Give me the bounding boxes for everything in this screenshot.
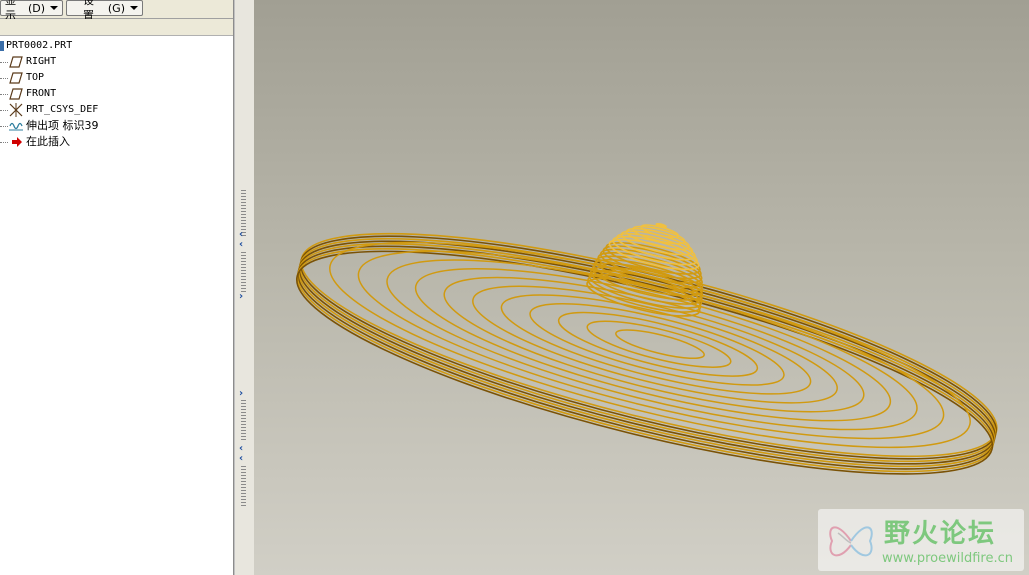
chevron-down-icon [130,6,138,10]
model-tree: PRT0002.PRT RIGHT TOP FRONT PRT_CSYS_DEF… [0,38,233,150]
butterfly-logo-icon [829,526,873,557]
splitter-grip[interactable] [241,466,246,506]
part-icon [0,41,4,51]
tree-item-right[interactable]: RIGHT [0,54,233,70]
disk-ring [615,329,705,360]
tree-connector [0,62,8,63]
tree-item-label: RIGHT [26,56,57,67]
expand-right-icon[interactable]: › [239,292,249,302]
watermark-brand: 野火论坛 [884,519,997,549]
model-group [295,222,998,475]
collapse-left-icon[interactable]: ‹ [239,240,249,250]
watermark: 野火论坛 www.proewildfire.cn [818,509,1024,571]
tree-item-label: 在此插入 [26,135,70,148]
splitter-grip[interactable] [241,400,246,442]
protrusion-icon [9,122,23,131]
collapse-left-icon[interactable]: ‹ [239,454,249,464]
tree-connector [0,94,8,95]
datum-plane-icon [9,72,23,84]
datum-plane-icon [9,56,23,68]
tree-item-front[interactable]: FRONT [0,86,233,102]
tree-item-label: 伸出项 标识39 [26,119,99,132]
graphics-viewport[interactable] [254,0,1029,575]
csys-icon [9,103,23,117]
display-menu-accel: (D) [27,1,45,15]
watermark-url: www.proewildfire.cn [882,551,1013,566]
wireframe-model [295,222,998,475]
tree-item-label: PRT_CSYS_DEF [26,104,99,115]
tree-connector [0,78,8,79]
datum-plane-icon [9,88,23,100]
tree-item-protrusion[interactable]: 伸出项 标识39 [0,118,233,134]
settings-menu-button[interactable]: 设置 (G) [66,0,143,22]
navigator-menu-bar: 显示 (D) 设置 (G) [0,0,233,22]
display-menu-button[interactable]: 显示 (D) [0,0,63,22]
tree-item-csys[interactable]: PRT_CSYS_DEF [0,102,233,118]
tree-connector [0,126,8,127]
panel-splitter[interactable]: ‹ ‹ › › ‹ ‹ [234,0,254,575]
tree-connector [0,110,8,111]
splitter-grip[interactable] [241,252,246,294]
settings-menu-accel: (G) [107,1,125,15]
tree-item-label: PRT0002.PRT [6,40,73,51]
chevron-down-icon [50,6,58,10]
model-tree-panel: 显示 (D) 设置 (G) PRT0002.PRT RIGHT TOP FRON… [0,0,234,575]
tree-item-label: FRONT [26,88,57,99]
tree-column-header [0,19,233,36]
tree-item-insert-here[interactable]: 在此插入 [0,134,233,150]
tree-connector [0,142,8,143]
tree-item-root[interactable]: PRT0002.PRT [0,38,233,54]
insert-here-arrow-icon [12,137,22,147]
expand-right-icon[interactable]: › [239,389,249,399]
tree-item-label: TOP [26,72,45,83]
tree-item-top[interactable]: TOP [0,70,233,86]
